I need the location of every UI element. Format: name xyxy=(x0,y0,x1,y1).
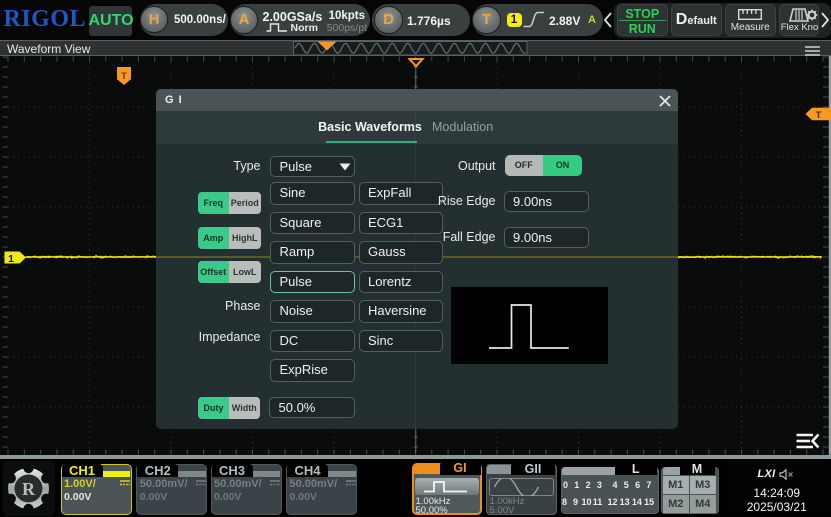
svg-text:T: T xyxy=(816,110,822,121)
svg-text:1: 1 xyxy=(8,253,14,265)
svg-text:T: T xyxy=(121,71,127,82)
svg-text:R: R xyxy=(22,479,36,499)
